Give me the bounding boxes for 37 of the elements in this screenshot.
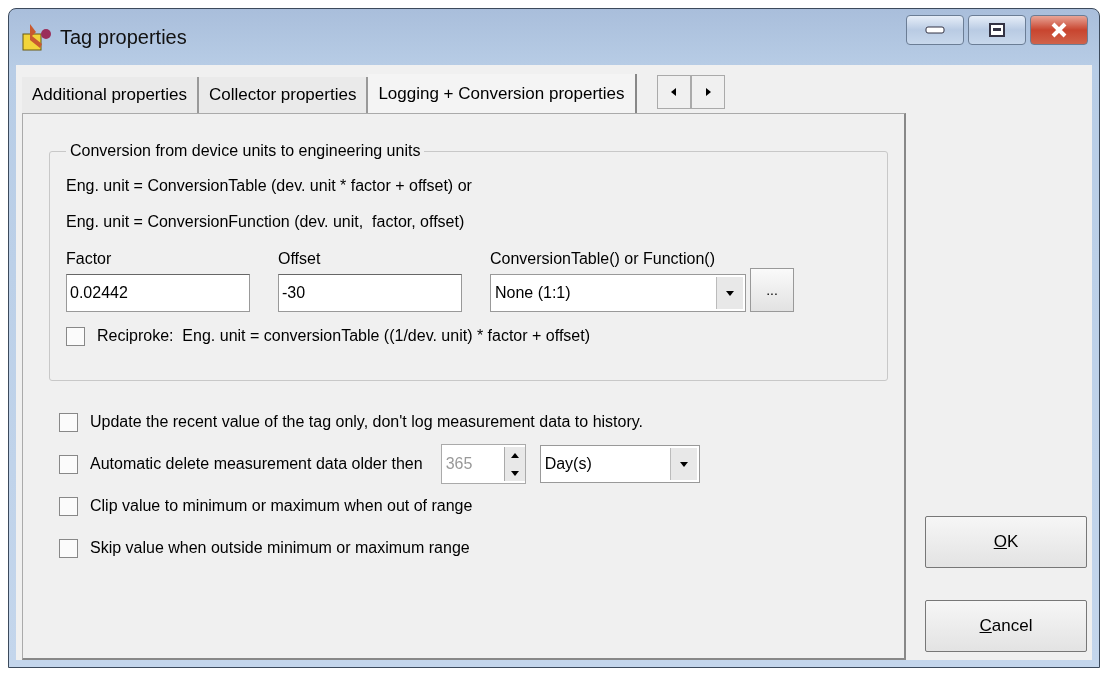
formula-text: Eng. unit = ConversionFunction (dev. unit, factor, offset) [66, 212, 466, 232]
checkbox-label: Automatic delete measurement data older then [90, 455, 423, 473]
close-button[interactable] [1030, 15, 1088, 45]
dropdown[interactable]: Day(s) [539, 445, 700, 483]
tab[interactable]: Logging + Conversion properties [368, 74, 637, 114]
checkbox[interactable] [59, 538, 78, 558]
checkbox[interactable] [66, 326, 85, 346]
dropdown[interactable]: None (1:1) [490, 274, 746, 312]
tab[interactable]: Collector properties [199, 77, 369, 113]
checkbox-label: Clip value to minimum or maximum when out of range [90, 497, 473, 515]
field-label: Factor [66, 250, 113, 268]
maximize-icon [989, 23, 1005, 37]
input-field[interactable]: 0.02442 [66, 274, 250, 312]
minimize-button[interactable] [906, 15, 964, 45]
group-title: Conversion from device units to engineering units [69, 142, 422, 160]
checkbox-label: Reciproke: Eng. unit = conversionTable ((1/dev. unit) * factor + offset) [97, 327, 590, 345]
caret-icon [678, 459, 689, 469]
dialog-button[interactable]: Cancel [925, 600, 1087, 652]
maximize-button[interactable] [968, 15, 1026, 45]
dialog-button[interactable]: OK [925, 516, 1087, 568]
checkbox-label: Skip value when outside minimum or maximum range [90, 539, 470, 557]
tab[interactable]: Additional properties [22, 77, 199, 113]
close-icon [1050, 22, 1068, 38]
scroll-left-button[interactable] [656, 75, 691, 109]
field-label: Offset [278, 250, 322, 268]
caret-icon [725, 288, 735, 298]
field-label: ConversionTable() or Function() [490, 250, 716, 268]
checkbox[interactable] [59, 412, 78, 432]
formula-text: Eng. unit = ConversionTable (dev. unit * factor + offset) or [66, 176, 473, 196]
input-field[interactable]: -30 [278, 274, 462, 312]
scroll-right-button[interactable] [690, 75, 725, 109]
checkbox-label: Update the recent value of the tag only, don't log measurement data to history. [90, 413, 643, 431]
window-title: Tag properties [60, 25, 188, 49]
minimize-icon [925, 26, 945, 34]
checkbox[interactable] [59, 454, 78, 474]
checkbox[interactable] [59, 496, 78, 516]
browse-button[interactable]: ... [750, 268, 794, 312]
